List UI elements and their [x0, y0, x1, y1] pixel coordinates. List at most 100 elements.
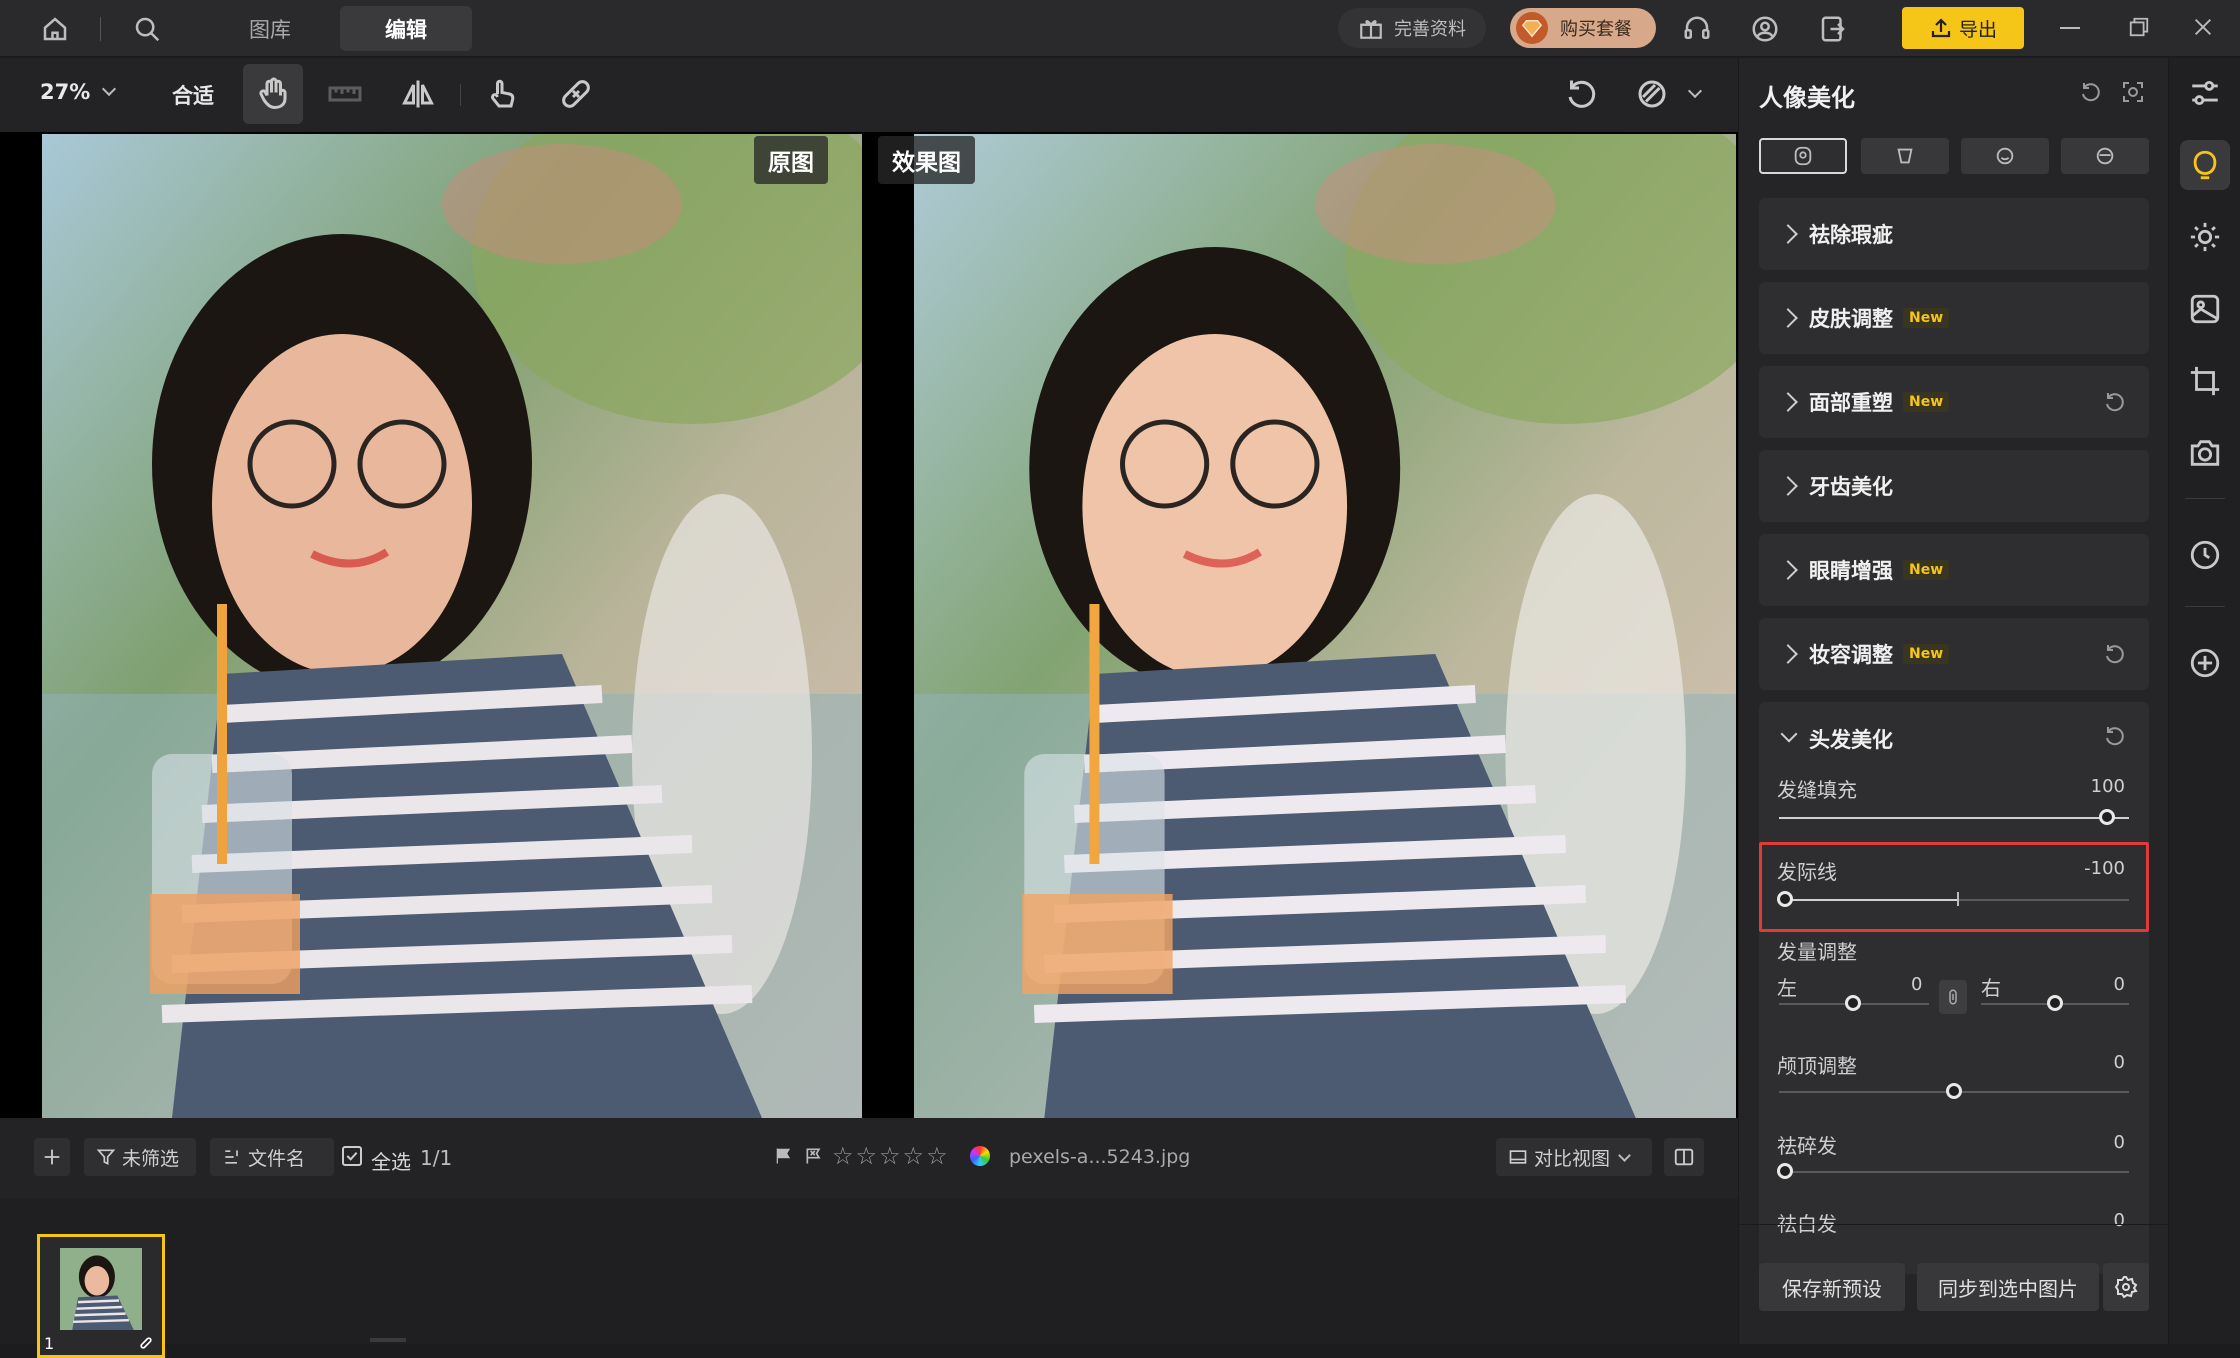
frizz-track[interactable] [1779, 1171, 2129, 1173]
section-label: 面部重塑 [1809, 391, 1893, 415]
reset-icon[interactable] [2103, 642, 2127, 666]
select-all-label[interactable]: 全选 [371, 1146, 411, 1175]
file-name: pexels-a...5243.jpg [1009, 1146, 1191, 1168]
overlay-icon [1638, 80, 1666, 108]
filter-button[interactable]: 未筛选 [84, 1138, 196, 1176]
undo-tool[interactable] [1552, 64, 1612, 124]
chevron-down-icon[interactable] [101, 81, 117, 97]
smile-icon [1996, 147, 2014, 165]
crown-slider[interactable] [1946, 1083, 1962, 1099]
search-icon[interactable] [130, 12, 164, 46]
overlay-tool[interactable] [1622, 64, 1682, 124]
sort-button[interactable]: 文件名 [210, 1138, 334, 1176]
flip-icon [402, 80, 434, 108]
effect-image[interactable] [914, 134, 1736, 1118]
section-label: 牙齿美化 [1809, 475, 1893, 499]
gap-fill-slider[interactable] [2099, 809, 2115, 825]
hairline-fill [1785, 899, 1959, 901]
reset-icon[interactable] [2103, 390, 2127, 414]
right-label: 右 [1981, 976, 2001, 1000]
compare-view-button[interactable]: 对比视图 [1496, 1138, 1652, 1176]
sort-icon [225, 1150, 238, 1164]
original-image[interactable] [42, 134, 862, 1118]
white-hair-value: 0 [2113, 1210, 2125, 1231]
edit-toolbar: 27% 合适 [0, 58, 1738, 132]
restore-icon[interactable] [2128, 16, 2150, 38]
close-icon[interactable] [2192, 16, 2214, 38]
tab-face[interactable] [1759, 138, 1847, 174]
flag-icon[interactable] [774, 1146, 794, 1166]
select-all-checkbox[interactable] [342, 1146, 362, 1166]
buy-package-button[interactable]: 购买套餐 [1510, 8, 1656, 48]
reset-icon[interactable] [2103, 724, 2127, 748]
tool-rail [2168, 58, 2240, 1344]
crown-value: 0 [2113, 1052, 2125, 1073]
add-circle-icon[interactable] [2180, 638, 2230, 688]
scroll-indicator[interactable] [370, 1338, 406, 1342]
compare-view-label: 对比视图 [1534, 1147, 1611, 1170]
tab-expression[interactable] [1961, 138, 2049, 174]
face-detect-icon[interactable] [2121, 80, 2145, 104]
right-slider[interactable] [2047, 995, 2063, 1011]
ruler-tool[interactable] [315, 64, 375, 124]
chevron-down-icon[interactable] [1687, 83, 1703, 99]
check-icon [346, 1151, 358, 1161]
touch-tool[interactable] [472, 64, 532, 124]
section-label: 皮肤调整 [1809, 307, 1893, 331]
edited-icon [138, 1335, 154, 1351]
compare-canvas: 原图 效果图 [0, 132, 1738, 1118]
logout-icon[interactable] [1816, 12, 1850, 46]
minimize-icon[interactable] [2060, 27, 2080, 29]
new-badge: New [1903, 560, 1950, 580]
tab-makeup[interactable] [2061, 138, 2149, 174]
account-icon[interactable] [1748, 12, 1782, 46]
star-rating[interactable]: ☆☆☆☆☆ [832, 1142, 950, 1170]
section-eyes[interactable]: 眼睛增强 New [1759, 534, 2149, 606]
fit-button[interactable]: 合适 [172, 80, 214, 110]
zoom-level[interactable]: 27% [40, 80, 90, 104]
tab-body[interactable] [1861, 138, 1949, 174]
frizz-slider[interactable] [1777, 1163, 1793, 1179]
light-icon[interactable] [2180, 212, 2230, 262]
section-makeup[interactable]: 妆容调整 New [1759, 618, 2149, 690]
section-label[interactable]: 头发美化 [1809, 724, 1893, 754]
camera-icon[interactable] [2180, 428, 2230, 478]
bandage-tool[interactable] [546, 64, 606, 124]
flip-tool[interactable] [388, 64, 448, 124]
portrait-panel: 人像美化 祛除瑕疵 皮肤调整 New 面部重塑 New 牙齿美化 眼睛增强 Ne… [1738, 58, 2169, 1344]
section-blemish[interactable]: 祛除瑕疵 [1759, 198, 2149, 270]
history-icon[interactable] [2180, 530, 2230, 580]
section-skin[interactable]: 皮肤调整 New [1759, 282, 2149, 354]
left-slider[interactable] [1845, 995, 1861, 1011]
reject-flag-icon[interactable] [804, 1146, 824, 1166]
crown-label: 颅顶调整 [1777, 1054, 1857, 1078]
export-button[interactable]: 导出 [1902, 7, 2024, 49]
tab-edit[interactable]: 编辑 [340, 6, 472, 51]
portrait-beauty-icon[interactable] [2180, 140, 2230, 190]
add-button[interactable] [34, 1138, 70, 1176]
crop-icon[interactable] [2180, 356, 2230, 406]
filter-label: 未筛选 [122, 1147, 180, 1170]
settings-button[interactable] [2103, 1263, 2149, 1311]
tab-gallery[interactable]: 图库 [220, 6, 320, 51]
headset-icon[interactable] [1680, 12, 1714, 46]
section-face-reshape[interactable]: 面部重塑 New [1759, 366, 2149, 438]
section-hair: 头发美化 发缝填充 100 发际线 -100 发量调整 左 0 右 0 颅顶调整… [1759, 702, 2149, 1274]
hairline-slider[interactable] [1777, 891, 1793, 907]
split-view-button[interactable] [1664, 1138, 1704, 1176]
color-label-icon[interactable] [970, 1146, 990, 1166]
home-icon[interactable] [38, 12, 72, 46]
complete-profile-button[interactable]: 完善资料 [1338, 8, 1486, 48]
sync-button[interactable]: 同步到选中图片 [1917, 1263, 2099, 1311]
image-edit-icon[interactable] [2180, 284, 2230, 334]
link-toggle[interactable] [1939, 980, 1967, 1014]
section-teeth[interactable]: 牙齿美化 [1759, 450, 2149, 522]
hand-tool[interactable] [243, 64, 303, 124]
save-preset-button[interactable]: 保存新预设 [1759, 1263, 1905, 1311]
sort-label: 文件名 [248, 1147, 306, 1170]
thumbnail[interactable]: 1 [37, 1234, 165, 1358]
panel-title: 人像美化 [1759, 84, 1855, 112]
chevron-down-icon[interactable] [1780, 725, 1798, 743]
reset-icon[interactable] [2079, 80, 2103, 104]
adjust-icon[interactable] [2180, 68, 2230, 118]
